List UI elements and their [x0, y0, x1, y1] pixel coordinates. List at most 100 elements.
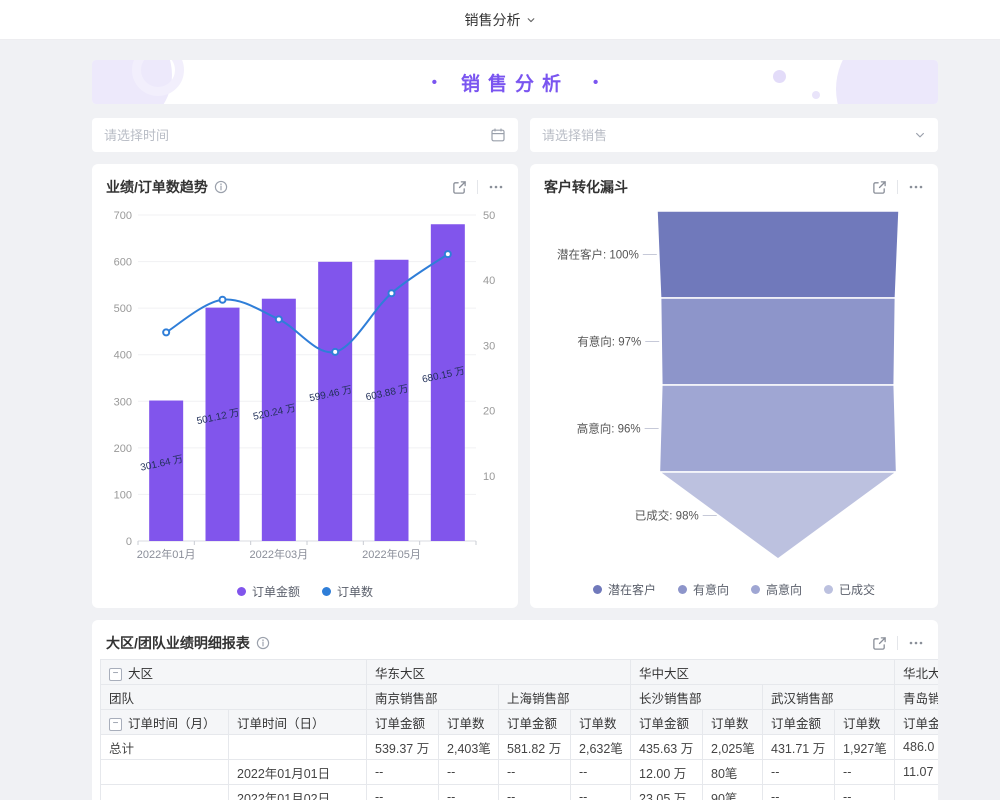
table-cell: --	[835, 785, 895, 800]
table-cell	[101, 785, 229, 800]
table-cell: --	[499, 760, 571, 785]
banner-title-text: 销售分析	[461, 69, 569, 96]
funnel-label: 有意向: 97%	[577, 335, 641, 349]
header-label: 订单金额	[771, 717, 821, 731]
header-label: 订单金额	[903, 717, 938, 731]
funnel-segment	[657, 211, 899, 298]
svg-text:200: 200	[114, 443, 132, 455]
more-icon[interactable]	[488, 179, 504, 195]
funnel-legend: 潜在客户 有意向 高意向 已成交	[530, 576, 938, 602]
trend-chart-svg: 010020030040050060070010203040502022年01月…	[104, 203, 506, 573]
table-row: 2022年01月02日--------23.05 万90笔----	[101, 785, 939, 800]
table-cell: 2,025笔	[703, 735, 763, 760]
table-cell: --	[763, 760, 835, 785]
funnel-label: 已成交: 98%	[635, 509, 699, 523]
day-col-header: 订单时间（日）	[229, 710, 367, 735]
legend-item[interactable]: 订单数	[322, 583, 373, 600]
banner: • 销售分析 •	[92, 60, 938, 104]
svg-text:500: 500	[114, 303, 132, 315]
header-label: 订单数	[843, 717, 881, 731]
region-row-label: −大区	[101, 660, 367, 685]
header-label: 订单数	[579, 717, 617, 731]
report-card-title: 大区/团队业绩明细报表	[106, 633, 250, 653]
legend-label: 订单金额	[252, 583, 300, 600]
line-point	[389, 290, 395, 296]
info-icon[interactable]	[214, 180, 228, 194]
table-cell: 23.05 万	[631, 785, 703, 800]
metric-header: 订单数	[571, 710, 631, 735]
export-icon[interactable]	[872, 180, 887, 195]
funnel-card: 客户转化漏斗 潜在客户: 100%有意向: 97%高意向: 96%已成交: 98…	[530, 164, 938, 608]
svg-text:300: 300	[114, 396, 132, 408]
legend-item[interactable]: 高意向	[751, 581, 802, 598]
legend-item[interactable]: 订单金额	[237, 583, 300, 600]
table-cell: 2022年01月02日	[229, 785, 367, 800]
export-icon[interactable]	[872, 636, 887, 651]
line-point	[332, 349, 338, 355]
metric-header: 订单金额	[367, 710, 439, 735]
table-cell: --	[835, 760, 895, 785]
header-label: 订单金额	[639, 717, 689, 731]
filter-row	[92, 118, 938, 152]
header-label: 上海销售部	[507, 692, 570, 706]
legend-dot	[751, 585, 760, 594]
trend-card-header: 业绩/订单数趋势	[92, 164, 518, 203]
report-card-header: 大区/团队业绩明细报表	[92, 620, 938, 659]
time-filter-input[interactable]	[104, 128, 490, 143]
legend-label: 高意向	[766, 581, 802, 598]
region-header: 华中大区	[631, 660, 895, 685]
table-cell: 90笔	[703, 785, 763, 800]
legend-dot	[322, 587, 331, 596]
table-cell: --	[499, 785, 571, 800]
legend-dot	[678, 585, 687, 594]
svg-text:40: 40	[483, 275, 495, 287]
funnel-card-header: 客户转化漏斗	[530, 164, 938, 203]
header-label: 武汉销售部	[771, 692, 834, 706]
table-cell: --	[439, 785, 499, 800]
header-label: 华北大区	[903, 667, 938, 681]
calendar-icon	[490, 127, 506, 143]
charts-row: 业绩/订单数趋势 0100200300400500600700102030405…	[92, 164, 938, 608]
svg-text:700: 700	[114, 210, 132, 222]
page-title-dropdown[interactable]: 销售分析	[465, 10, 536, 30]
sales-filter[interactable]	[530, 118, 938, 152]
collapse-icon[interactable]: −	[109, 668, 122, 681]
svg-text:600: 600	[114, 257, 132, 269]
table-row: 总计539.37 万2,403笔581.82 万2,632笔435.63 万2,…	[101, 735, 939, 760]
svg-text:2022年05月: 2022年05月	[362, 547, 421, 561]
header-label: 南京销售部	[375, 692, 438, 706]
team-header: 长沙销售部	[631, 685, 763, 710]
table-cell: 总计	[101, 735, 229, 760]
sales-filter-input[interactable]	[542, 128, 914, 143]
line-point	[445, 251, 451, 257]
header-label: 大区	[128, 667, 153, 681]
header-label: 订单金额	[507, 717, 557, 731]
collapse-icon[interactable]: −	[109, 718, 122, 731]
metric-header: 订单数	[835, 710, 895, 735]
info-icon[interactable]	[256, 636, 270, 650]
line-point	[276, 316, 282, 322]
export-icon[interactable]	[452, 180, 467, 195]
trend-card-title: 业绩/订单数趋势	[106, 177, 208, 197]
funnel-segment	[659, 385, 896, 472]
table-cell: 2022年01月01日	[229, 760, 367, 785]
team-header: 青岛销售部	[895, 685, 938, 710]
metric-header: 订单金额	[763, 710, 835, 735]
report-table-grid: −大区华东大区华中大区华北大区团队南京销售部上海销售部长沙销售部武汉销售部青岛销…	[100, 659, 938, 800]
legend-item[interactable]: 潜在客户	[593, 581, 656, 598]
time-filter[interactable]	[92, 118, 518, 152]
table-cell: 486.0	[895, 735, 938, 760]
legend-item[interactable]: 已成交	[824, 581, 875, 598]
more-icon[interactable]	[908, 635, 924, 651]
header-label: 订单时间（月）	[128, 717, 216, 731]
metric-header: 订单金额	[895, 710, 938, 735]
header-label: 长沙销售部	[639, 692, 702, 706]
month-col-header: −订单时间（月）	[101, 710, 229, 735]
legend-item[interactable]: 有意向	[678, 581, 729, 598]
legend-dot	[237, 587, 246, 596]
more-icon[interactable]	[908, 179, 924, 195]
legend-label: 订单数	[337, 583, 373, 600]
svg-text:100: 100	[114, 489, 132, 501]
table-cell: 435.63 万	[631, 735, 703, 760]
legend-dot	[824, 585, 833, 594]
